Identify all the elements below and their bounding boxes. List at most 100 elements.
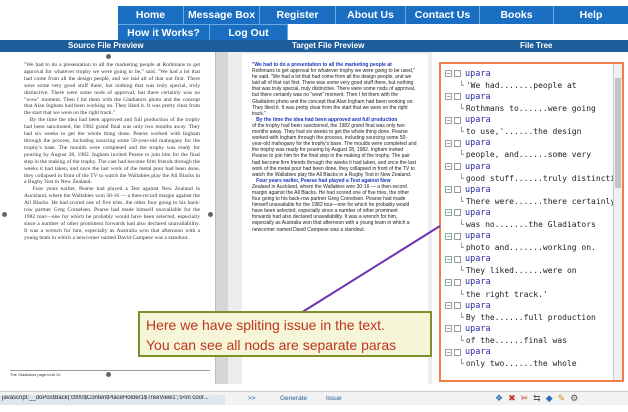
tree-node-upara[interactable]: − upara xyxy=(445,300,613,312)
expand-toggle-icon[interactable]: − xyxy=(445,348,452,356)
tree-child-text[interactable]: └ people, and......some very xyxy=(445,149,613,161)
tree-node-upara[interactable]: − upara xyxy=(445,346,613,358)
move-icon[interactable]: ⇆ xyxy=(533,393,541,404)
tree-child-text[interactable]: └ There were......there certainly xyxy=(445,196,615,208)
top-nav: Home Message Box Register About Us Conta… xyxy=(118,6,628,24)
node-checkbox[interactable] xyxy=(454,93,461,101)
tree-child-text[interactable]: └ the right track.' xyxy=(445,288,613,300)
tree-toolbar: ❖ ✖ ✂ ⇆ ◆ ✎ ⚙ xyxy=(495,393,578,404)
generate-button[interactable]: Generate xyxy=(280,395,307,402)
tree-node-label[interactable]: upara xyxy=(465,347,491,357)
tree-child-text[interactable]: └ of the......final was xyxy=(445,335,613,347)
tag-icon[interactable]: ✎ xyxy=(558,393,566,404)
tree-child-text[interactable]: └ to use,'......the design xyxy=(445,126,613,138)
tree-node-upara[interactable]: − upara xyxy=(445,323,613,335)
tree-node-label[interactable]: upara xyxy=(465,162,491,172)
node-checkbox[interactable] xyxy=(454,325,461,333)
expand-toggle-icon[interactable]: − xyxy=(445,278,452,286)
bottom-bar: javascript:__doPostBack('ctl00$ContentPl… xyxy=(0,391,628,405)
tree-node-upara[interactable]: − upara xyxy=(445,138,613,150)
tree-node-upara[interactable]: − upara xyxy=(445,68,613,80)
tree-node-label[interactable]: upara xyxy=(465,254,491,264)
nav-register[interactable]: Register xyxy=(260,6,336,24)
tree-connector-icon: └ xyxy=(459,104,464,114)
nav-about-us[interactable]: About Us xyxy=(336,6,406,24)
tree-child-text[interactable]: └ photo and.......working on. xyxy=(445,242,613,254)
node-checkbox[interactable] xyxy=(454,232,461,240)
node-checkbox[interactable] xyxy=(454,186,461,194)
tree-node-label[interactable]: upara xyxy=(465,185,491,195)
expand-toggle-icon[interactable]: − xyxy=(445,325,452,333)
tree-node-upara[interactable]: − upara xyxy=(445,230,613,242)
tree-node-label[interactable]: upara xyxy=(465,115,491,125)
expand-toggle-icon[interactable]: − xyxy=(445,302,452,310)
tree-node-upara[interactable]: − upara xyxy=(445,161,613,173)
tree-node-label[interactable]: upara xyxy=(465,208,491,218)
tree-child-text[interactable]: └ only two......the whole xyxy=(445,358,613,370)
tree-node-label[interactable]: upara xyxy=(465,92,491,102)
tree-child-text[interactable]: └ They liked......were on xyxy=(445,265,613,277)
next-page-button[interactable]: >> xyxy=(248,395,256,402)
node-checkbox[interactable] xyxy=(454,116,461,124)
tree-node-upara[interactable]: − upara xyxy=(445,114,613,126)
file-tree-panel: − upara └ 'We had.......people at − upara └ Rot… xyxy=(436,52,628,384)
node-checkbox[interactable] xyxy=(454,139,461,147)
expand-toggle-icon[interactable]: − xyxy=(445,139,452,147)
tree-child-label: was no.......the Gladiators xyxy=(465,220,596,230)
expand-toggle-icon[interactable]: − xyxy=(445,232,452,240)
node-checkbox[interactable] xyxy=(454,163,461,171)
tree-scrollbar[interactable] xyxy=(613,64,622,380)
node-checkbox[interactable] xyxy=(454,278,461,286)
resize-handle-top[interactable] xyxy=(106,54,111,59)
sub-nav: How it Works? Log Out xyxy=(118,24,288,40)
node-checkbox[interactable] xyxy=(454,348,461,356)
nav-home[interactable]: Home xyxy=(118,6,184,24)
tree-node-upara[interactable]: − upara xyxy=(445,277,613,289)
resize-handle-left[interactable] xyxy=(2,212,7,217)
delete-icon[interactable]: ✖ xyxy=(508,393,516,404)
node-checkbox[interactable] xyxy=(454,70,461,78)
expand-toggle-icon[interactable]: − xyxy=(445,116,452,124)
tree-info-icon[interactable]: ❖ xyxy=(495,393,503,404)
tree-child-text[interactable]: └ good stuff......truly distinctive. xyxy=(445,172,622,184)
tree-scroll-thumb[interactable] xyxy=(615,78,621,188)
issue-button[interactable]: Issue xyxy=(326,395,342,402)
settings-icon[interactable]: ⚙ xyxy=(570,393,578,404)
tree-node-label[interactable]: upara xyxy=(465,324,491,334)
nav-message-box[interactable]: Message Box xyxy=(184,6,260,24)
nav-help[interactable]: Help xyxy=(554,6,628,24)
tree-child-text[interactable]: └ was no.......the Gladiators xyxy=(445,219,613,231)
node-checkbox[interactable] xyxy=(454,255,461,263)
tree-child-text[interactable]: └ Rothmans to......were going xyxy=(445,103,613,115)
expand-toggle-icon[interactable]: − xyxy=(445,70,452,78)
tree-node-upara[interactable]: − upara xyxy=(445,184,613,196)
expand-toggle-icon[interactable]: − xyxy=(445,93,452,101)
nav-books[interactable]: Books xyxy=(480,6,554,24)
expand-toggle-icon[interactable]: − xyxy=(445,186,452,194)
expand-toggle-icon[interactable]: − xyxy=(445,209,452,217)
tree-node-label[interactable]: upara xyxy=(465,231,491,241)
tree-child-text[interactable]: └ By the......full production xyxy=(445,311,613,323)
tree-node-upara[interactable]: − upara xyxy=(445,207,613,219)
tree-node-label[interactable]: upara xyxy=(465,301,491,311)
resize-handle-right[interactable] xyxy=(208,212,213,217)
source-page-text: "We had to do a presentation to all the … xyxy=(24,62,201,241)
merge-icon[interactable]: ◆ xyxy=(546,393,553,404)
tree-node-label[interactable]: upara xyxy=(465,138,491,148)
expand-toggle-icon[interactable]: − xyxy=(445,163,452,171)
node-checkbox[interactable] xyxy=(454,209,461,217)
tree-node-upara[interactable]: − upara xyxy=(445,254,613,266)
tree-node-label[interactable]: upara xyxy=(465,277,491,287)
node-checkbox[interactable] xyxy=(454,302,461,310)
cut-icon[interactable]: ✂ xyxy=(521,393,529,404)
status-url: javascript:__doPostBack('ctl00$ContentPl… xyxy=(0,395,225,405)
nav-how-it-works[interactable]: How it Works? xyxy=(118,24,210,40)
expand-toggle-icon[interactable]: − xyxy=(445,255,452,263)
tree-node-upara[interactable]: − upara xyxy=(445,91,613,103)
tree-connector-icon: └ xyxy=(459,243,464,253)
nav-contact-us[interactable]: Contact Us xyxy=(406,6,480,24)
nav-log-out[interactable]: Log Out xyxy=(210,24,288,40)
tree-child-text[interactable]: └ 'We had.......people at xyxy=(445,80,613,92)
tree-node-label[interactable]: upara xyxy=(465,69,491,79)
target-para-2-first-line: By the time the idea had been approved a… xyxy=(252,116,398,123)
